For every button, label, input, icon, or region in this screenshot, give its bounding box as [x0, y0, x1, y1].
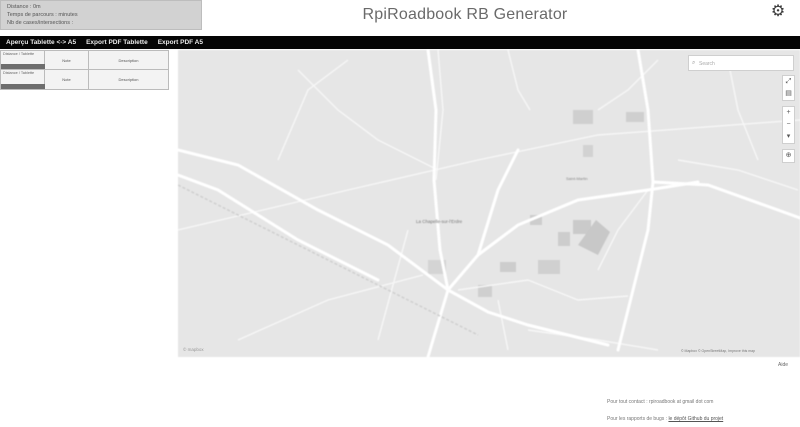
- geolocate-control: ⊕: [782, 149, 795, 163]
- nav-export-tablette-button[interactable]: Export PDF Tablette: [84, 39, 156, 46]
- stats-panel: Distance : 0m Temps de parcours : minute…: [0, 0, 202, 30]
- note-cell[interactable]: Note: [45, 70, 89, 89]
- zoom-in-button[interactable]: +: [783, 107, 794, 119]
- help-link[interactable]: Aide: [778, 362, 788, 368]
- app-title: RpiRoadbook RB Generator: [362, 6, 568, 23]
- github-link[interactable]: le dépôt Github du projet: [668, 416, 723, 422]
- zoom-out-button[interactable]: −: [783, 119, 794, 131]
- nav-export-a5-button[interactable]: Export PDF A5: [156, 39, 211, 46]
- table-row[interactable]: Distance / Tablette Note Description: [0, 50, 169, 70]
- search-icon: ⌕: [692, 60, 696, 66]
- count-stat: Nb de cases/intersections :: [7, 20, 74, 26]
- distance-bar: [1, 84, 45, 89]
- bug-report-text: Pour les rapports de bugs : le dépôt Git…: [607, 416, 724, 422]
- place-label: La Chapelle-sur-l'Erdre: [416, 219, 463, 224]
- draw-line-icon[interactable]: ⤢: [783, 76, 794, 88]
- header: Distance : 0m Temps de parcours : minute…: [0, 0, 800, 36]
- map-attribution[interactable]: © Mapbox © OpenStreetMap, Improve this m…: [681, 349, 755, 353]
- nav-apercu-button[interactable]: Aperçu Tablette <-> A5: [4, 39, 84, 46]
- geolocate-icon[interactable]: ⊕: [783, 150, 794, 162]
- distance-stat: Distance : 0m: [7, 4, 41, 10]
- compass-icon[interactable]: ▾: [783, 131, 794, 143]
- trash-icon[interactable]: ▤: [783, 88, 794, 100]
- table-row[interactable]: Distance / Tablette Note Description: [0, 70, 169, 90]
- search-placeholder: Search: [699, 61, 715, 67]
- map-canvas: La Chapelle-sur-l'Erdre Saint-Martin: [178, 50, 800, 357]
- description-cell[interactable]: Description: [89, 51, 168, 69]
- distance-bar: [1, 64, 45, 69]
- note-cell[interactable]: Note: [45, 51, 89, 69]
- map-view[interactable]: La Chapelle-sur-l'Erdre Saint-Martin: [178, 50, 800, 357]
- roadbook-table: Distance / Tablette Note Description Dis…: [0, 50, 169, 90]
- map-tools: ⤢ ▤: [782, 75, 795, 101]
- time-stat: Temps de parcours : minutes: [7, 12, 78, 18]
- distance-cell[interactable]: Distance / Tablette: [1, 51, 45, 69]
- description-cell[interactable]: Description: [89, 70, 168, 89]
- place-label: Saint-Martin: [566, 176, 588, 181]
- zoom-controls: + − ▾: [782, 106, 795, 144]
- distance-cell[interactable]: Distance / Tablette: [1, 70, 45, 89]
- mapbox-logo: © mapbox: [183, 347, 204, 352]
- map-search-input[interactable]: ⌕ Search: [688, 55, 794, 71]
- navbar: Aperçu Tablette <-> A5 Export PDF Tablet…: [0, 36, 800, 49]
- gear-icon[interactable]: ⚙: [769, 3, 787, 21]
- contact-text: Pour tout contact : rpiroadbook at gmail…: [607, 399, 714, 405]
